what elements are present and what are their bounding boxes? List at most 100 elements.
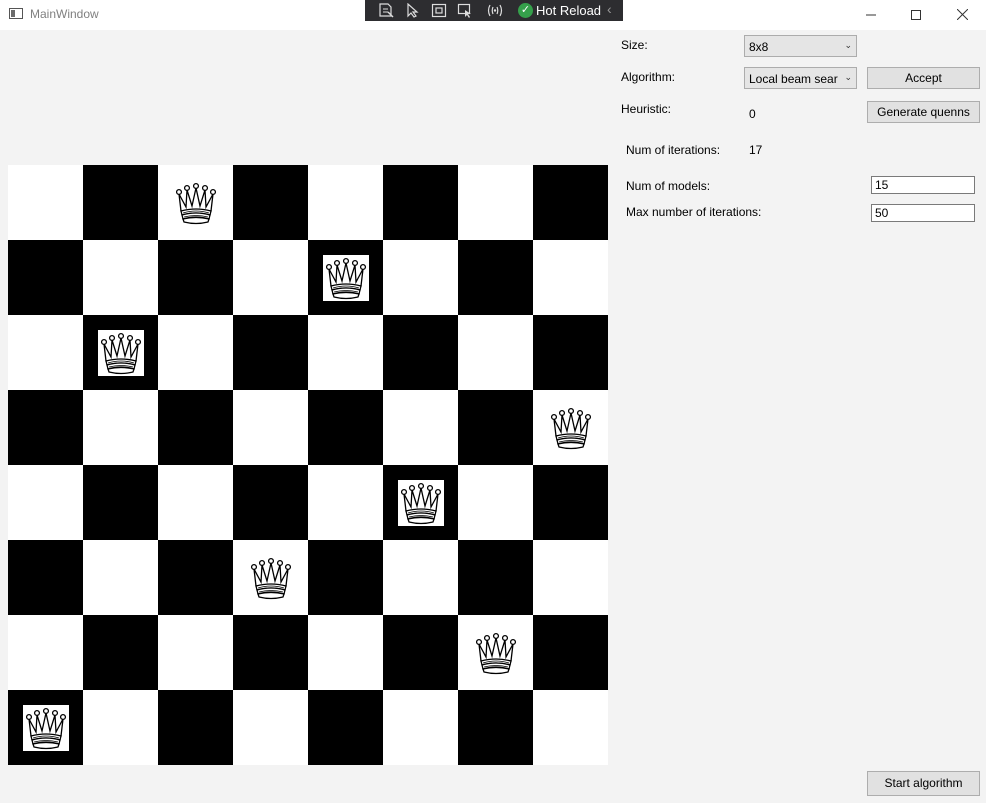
board-square[interactable] — [308, 315, 383, 390]
chevron-down-icon: ⌄ — [844, 72, 852, 82]
models-input[interactable]: 15 — [871, 176, 975, 194]
board-square[interactable] — [233, 315, 308, 390]
board-square[interactable] — [233, 390, 308, 465]
board-square[interactable] — [533, 540, 608, 615]
board-square[interactable] — [8, 390, 83, 465]
board-square[interactable] — [383, 390, 458, 465]
queen-icon — [323, 255, 369, 301]
board-square[interactable] — [458, 390, 533, 465]
queen-icon — [248, 555, 294, 601]
queen-icon — [23, 705, 69, 751]
maximize-icon — [911, 10, 921, 20]
board-square[interactable] — [158, 240, 233, 315]
board-square[interactable] — [383, 465, 458, 540]
board-square[interactable] — [533, 390, 608, 465]
chevron-down-icon: ⌄ — [844, 40, 852, 50]
algorithm-label: Algorithm: — [621, 70, 676, 84]
board-square[interactable] — [233, 615, 308, 690]
board-square[interactable] — [458, 240, 533, 315]
board-square[interactable] — [233, 165, 308, 240]
board-square[interactable] — [308, 465, 383, 540]
size-select[interactable]: 8x8 ⌄ — [744, 35, 857, 57]
board-square[interactable] — [458, 465, 533, 540]
board-square[interactable] — [8, 615, 83, 690]
board-square[interactable] — [233, 540, 308, 615]
board-square[interactable] — [233, 240, 308, 315]
board-square[interactable] — [83, 315, 158, 390]
board-square[interactable] — [533, 615, 608, 690]
size-select-value: 8x8 — [749, 40, 769, 54]
board-square[interactable] — [8, 465, 83, 540]
models-label: Num of models: — [626, 179, 711, 193]
display-layout-adorners-icon[interactable] — [431, 3, 447, 18]
board-square[interactable] — [158, 390, 233, 465]
close-button[interactable] — [939, 0, 985, 30]
board-square[interactable] — [533, 165, 608, 240]
max-iterations-input[interactable]: 50 — [871, 204, 975, 222]
track-focused-element-icon[interactable] — [457, 3, 473, 18]
board-square[interactable] — [158, 540, 233, 615]
board-square[interactable] — [308, 690, 383, 765]
board-square[interactable] — [308, 390, 383, 465]
board-square[interactable] — [533, 315, 608, 390]
board-square[interactable] — [233, 465, 308, 540]
board-square[interactable] — [383, 240, 458, 315]
board-square[interactable] — [83, 615, 158, 690]
algorithm-select[interactable]: Local beam sear ⌄ — [744, 67, 857, 89]
board-square[interactable] — [83, 390, 158, 465]
board-square[interactable] — [83, 240, 158, 315]
board-square[interactable] — [308, 540, 383, 615]
board-square[interactable] — [83, 465, 158, 540]
board-square[interactable] — [533, 690, 608, 765]
size-label: Size: — [621, 38, 648, 52]
minimize-button[interactable] — [848, 0, 894, 30]
board-square[interactable] — [158, 615, 233, 690]
maximize-button[interactable] — [893, 0, 939, 30]
title-bar: MainWindow ✓ Hot Reload ‹ — [0, 0, 986, 30]
live-visual-tree-icon[interactable] — [378, 3, 394, 18]
board-square[interactable] — [8, 240, 83, 315]
board-square[interactable] — [458, 165, 533, 240]
hot-reload-label[interactable]: Hot Reload — [536, 3, 601, 18]
start-algorithm-button[interactable]: Start algorithm — [867, 771, 980, 796]
accept-button[interactable]: Accept — [867, 67, 980, 89]
board-square[interactable] — [8, 315, 83, 390]
board-square[interactable] — [308, 165, 383, 240]
collapse-toolbar-chevron-icon[interactable]: ‹ — [607, 1, 612, 17]
select-element-icon[interactable] — [405, 3, 421, 18]
board-square[interactable] — [8, 540, 83, 615]
board-square[interactable] — [158, 465, 233, 540]
board-square[interactable] — [158, 165, 233, 240]
board-square[interactable] — [533, 465, 608, 540]
board-square[interactable] — [8, 690, 83, 765]
queen-icon — [173, 180, 219, 226]
board-square[interactable] — [458, 315, 533, 390]
board-square[interactable] — [83, 165, 158, 240]
board-square[interactable] — [308, 240, 383, 315]
board-square[interactable] — [458, 540, 533, 615]
binding-failures-icon[interactable] — [487, 3, 503, 18]
board-square[interactable] — [458, 615, 533, 690]
board-square[interactable] — [458, 690, 533, 765]
board-square[interactable] — [308, 615, 383, 690]
generate-queens-button[interactable]: Generate quenns — [867, 101, 980, 123]
board-square[interactable] — [383, 165, 458, 240]
board-square[interactable] — [533, 240, 608, 315]
heuristic-label: Heuristic: — [621, 102, 672, 116]
board-square[interactable] — [383, 315, 458, 390]
hot-reload-check-icon: ✓ — [518, 3, 533, 18]
board-square[interactable] — [383, 690, 458, 765]
board-square[interactable] — [158, 315, 233, 390]
board-square[interactable] — [83, 540, 158, 615]
queen-icon — [98, 330, 144, 376]
algorithm-select-value: Local beam sear — [749, 72, 838, 86]
board-square[interactable] — [383, 615, 458, 690]
board-square[interactable] — [8, 165, 83, 240]
close-icon — [956, 8, 968, 21]
iterations-label: Num of iterations: — [626, 143, 721, 157]
board-square[interactable] — [233, 690, 308, 765]
iterations-value: 17 — [749, 143, 763, 157]
board-square[interactable] — [83, 690, 158, 765]
board-square[interactable] — [383, 540, 458, 615]
board-square[interactable] — [158, 690, 233, 765]
